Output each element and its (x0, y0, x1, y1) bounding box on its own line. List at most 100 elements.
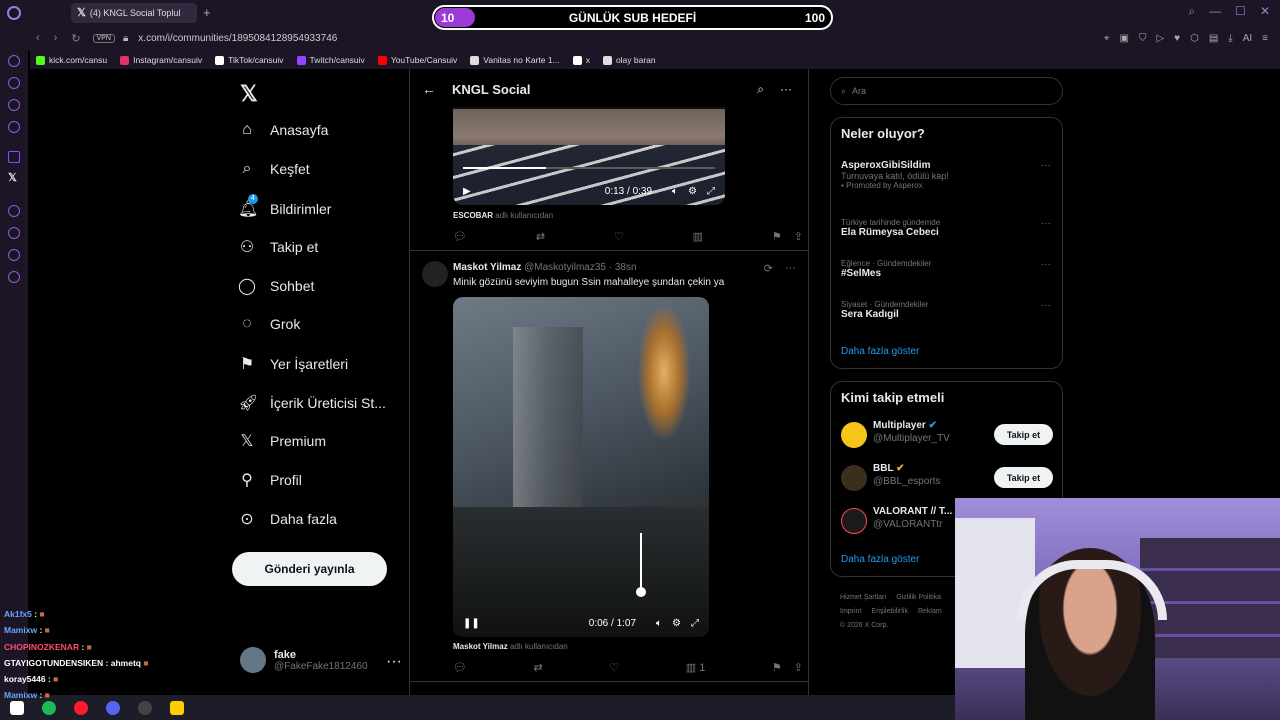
footer-link[interactable]: Reklam (918, 608, 942, 615)
bookmark-item[interactable]: TikTok/cansuiv (215, 55, 284, 65)
footer-link[interactable]: Gizlilik Politika (896, 594, 941, 601)
nav-item-3[interactable]: 🔔︎ 4 Bildirimler (238, 193, 331, 219)
bookmark-item[interactable]: Twitch/cansuiv (296, 55, 365, 65)
play-icon[interactable]: ▷ (1156, 33, 1164, 44)
pause-icon[interactable]: ❚❚ (463, 618, 480, 629)
search-icon[interactable]: ⌕ (757, 82, 764, 97)
views-icon[interactable]: ▥ (693, 230, 703, 243)
volume-slider[interactable] (640, 533, 642, 591)
nav-item-11[interactable]: ⊙ Daha fazla (238, 509, 337, 529)
reload-icon[interactable]: ↻ (71, 32, 80, 45)
avatar[interactable] (841, 508, 867, 534)
maximize-button[interactable]: ☐ (1235, 4, 1246, 19)
menu-icon[interactable]: ≡ (1262, 33, 1268, 44)
opera-logo-icon[interactable] (7, 5, 21, 20)
ai-icon[interactable]: AI (1243, 33, 1252, 44)
post-button[interactable]: Gönderi yayınla (232, 552, 387, 586)
url-field[interactable]: x.com/i/communities/1895084128954933746 (138, 33, 337, 44)
bookmark-item[interactable]: Instagram/cansuiv (120, 55, 202, 65)
avatar[interactable] (422, 261, 448, 287)
share-icon[interactable]: ⇪ (794, 230, 803, 243)
sidebar-x-icon[interactable]: 𝕏 (8, 171, 17, 184)
extensions-icon[interactable]: ⬡ (1190, 33, 1199, 44)
nav-item-5[interactable]: ◯ Sohbet (238, 276, 314, 296)
show-more-link[interactable]: Daha fazla göster (841, 346, 919, 357)
account-switcher[interactable]: fake @FakeFake1812460 ··· (240, 647, 402, 673)
nav-item-2[interactable]: ⌕ Keşfet (238, 160, 310, 178)
nav-item-7[interactable]: ⚑ Yer İşaretleri (238, 354, 348, 374)
wallet-icon[interactable]: ▤ (1209, 33, 1218, 44)
new-tab-button[interactable]: + (203, 5, 211, 20)
footer-link[interactable]: Erişilebilirlik (871, 608, 908, 615)
trend-item[interactable]: Siyaset · Gündemdekiler Sera Kadıgil ··· (841, 300, 1051, 320)
volume-icon[interactable]: 🔈︎ (672, 186, 678, 197)
bookmark-item[interactable]: olay baran (602, 55, 656, 65)
show-more-link[interactable]: Daha fazla göster (841, 554, 919, 565)
nav-item-4[interactable]: ⚇ Takip et (238, 237, 318, 257)
more-icon[interactable]: ··· (780, 82, 792, 96)
settings-icon[interactable]: ⚙ (688, 186, 697, 197)
sidebar-send-icon[interactable] (8, 249, 20, 261)
nav-item-1[interactable]: ⌂ Anasayfa (238, 121, 328, 139)
download-icon[interactable]: ⤓ (1228, 33, 1232, 44)
sidebar-settings-icon[interactable] (8, 271, 20, 283)
sidebar-history-icon[interactable] (8, 205, 20, 217)
heart-icon[interactable]: ♥ (1174, 33, 1180, 44)
more-icon[interactable]: ··· (785, 262, 796, 275)
footer-link[interactable]: Imprint (840, 608, 861, 615)
credit-name[interactable]: Maskot Yilmaz (453, 642, 508, 651)
nav-item-10[interactable]: ⚲ Profil (238, 470, 302, 490)
footer-link[interactable]: © 2026 X Corp. (840, 622, 888, 629)
repost-icon[interactable]: ⇄ (534, 661, 543, 674)
sidebar-workspace-icon[interactable] (8, 121, 20, 133)
vpn-badge[interactable]: VPN (92, 33, 115, 43)
bookmark-icon[interactable]: ⚑ (772, 661, 782, 674)
reply-icon[interactable]: 💬︎ (453, 230, 467, 243)
bookmark-item[interactable]: Vanitas no Karte 1... (470, 55, 560, 65)
search-input[interactable]: ⌕ Ara (830, 77, 1063, 105)
more-icon[interactable]: ··· (1041, 218, 1051, 229)
volume-icon[interactable]: 🔈︎ (656, 618, 662, 629)
video-player[interactable]: ❚❚ 0:06 / 1:07 🔈︎ ⚙ ⤢ (453, 297, 709, 637)
author-name[interactable]: Maskot Yilmaz (453, 262, 521, 273)
settings-icon[interactable]: ⚙ (672, 618, 681, 629)
sidebar-aria-icon[interactable] (8, 77, 20, 89)
follow-suggestion[interactable]: Multiplayer ✔ @Multiplayer_TV Takip et (841, 420, 1053, 450)
back-arrow-icon[interactable]: ← (422, 81, 436, 97)
footer-link[interactable]: Hizmet Şartları (840, 594, 886, 601)
like-icon[interactable]: ♡ (614, 230, 624, 243)
fullscreen-icon[interactable]: ⤢ (707, 186, 715, 197)
sidebar-messenger-icon[interactable] (8, 55, 20, 67)
bookmark-item[interactable]: YouTube/Cansuiv (377, 55, 457, 65)
follow-button[interactable]: Takip et (994, 467, 1053, 488)
play-icon[interactable]: ▶ (463, 186, 471, 197)
app-icon[interactable] (170, 700, 184, 715)
bookmark-item[interactable]: kick.com/cansu (36, 55, 107, 65)
search-tabs-icon[interactable]: ⌕ (1188, 4, 1195, 19)
repost-icon[interactable]: ⇄ (536, 230, 545, 243)
reply-icon[interactable]: 💬︎ (453, 661, 467, 674)
nav-item-9[interactable]: 𝕏 Premium (238, 431, 326, 451)
follow-button[interactable]: Takip et (994, 424, 1053, 445)
forward-icon[interactable]: › (54, 32, 58, 45)
snapshot-icon[interactable]: ▣ (1120, 33, 1129, 44)
close-window-button[interactable]: ✕ (1260, 4, 1270, 19)
trend-item[interactable]: Türkiye tarihinde gündemde Ela Rümeysa C… (841, 218, 1051, 238)
sidebar-clock-icon[interactable] (8, 227, 20, 239)
sidebar-twitch-icon[interactable] (8, 151, 20, 163)
back-icon[interactable]: ‹ (36, 32, 40, 45)
credit-name[interactable]: ESCOBAR (453, 211, 493, 220)
pin-icon[interactable]: ⌖ (1104, 33, 1110, 44)
more-icon[interactable]: ··· (1041, 300, 1051, 311)
video-player[interactable]: ▶ 0:13 / 0:39 🔈︎ ⚙ ⤢ (453, 107, 725, 205)
more-icon[interactable]: ··· (1041, 259, 1051, 270)
minimize-button[interactable]: — (1209, 4, 1221, 19)
avatar[interactable] (841, 465, 867, 491)
avatar[interactable] (841, 422, 867, 448)
sidebar-player-icon[interactable] (8, 99, 20, 111)
follow-suggestion[interactable]: BBL ✔ @BBL_esports Takip et (841, 463, 1053, 493)
like-icon[interactable]: ♡ (609, 661, 619, 674)
share-icon[interactable]: ⇪ (794, 661, 803, 674)
fullscreen-icon[interactable]: ⤢ (691, 618, 699, 629)
more-icon[interactable]: ··· (386, 653, 402, 671)
